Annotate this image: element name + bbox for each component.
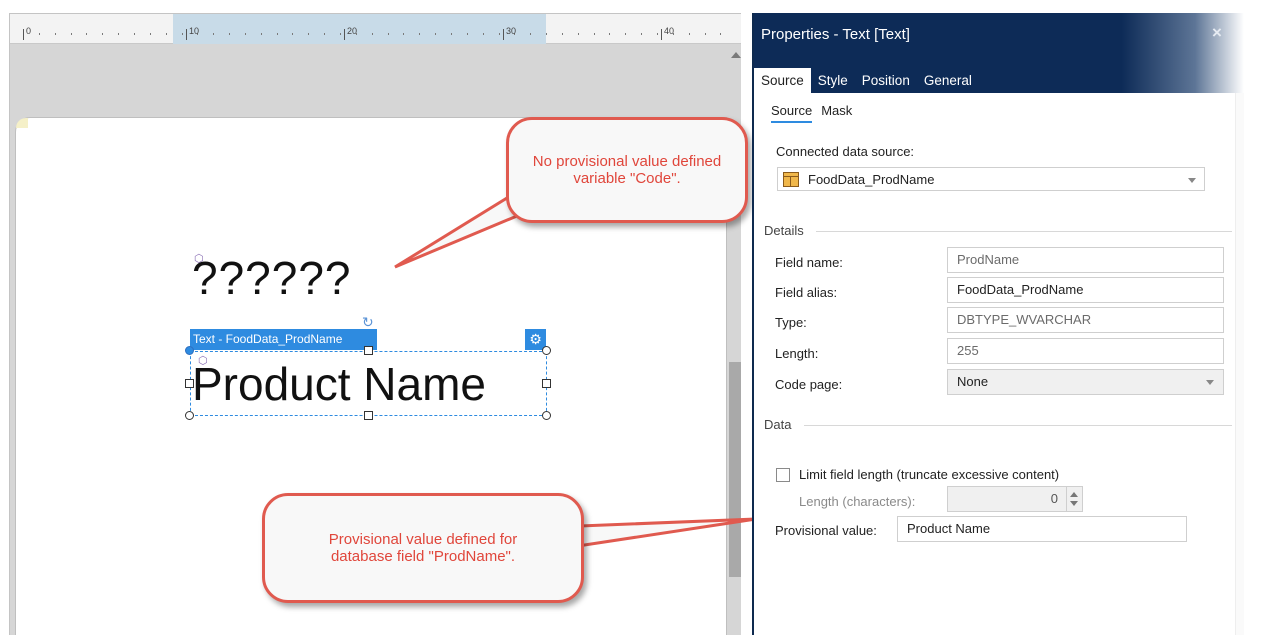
subtab-mask[interactable]: Mask <box>821 103 852 123</box>
length-spinner[interactable] <box>1066 487 1081 511</box>
length-characters-label: Length (characters): <box>799 494 916 509</box>
code-page-dropdown[interactable]: None <box>947 369 1224 395</box>
subtab-source[interactable]: Source <box>771 103 813 123</box>
chevron-down-icon <box>1188 178 1196 183</box>
length-input[interactable]: 255 <box>947 338 1224 364</box>
tab-position[interactable]: Position <box>855 68 917 93</box>
top-callout: No provisional value defined variable "C… <box>506 117 748 223</box>
length-characters-input[interactable]: 0 <box>947 486 1083 512</box>
bottom-callout: Provisional value defined for database f… <box>262 493 584 603</box>
data-header: Data <box>764 417 792 432</box>
length-characters-value: 0 <box>1050 491 1058 506</box>
provisional-value-input[interactable]: Product Name <box>897 516 1187 542</box>
connected-source-label: Connected data source: <box>776 144 915 159</box>
field-alias-input[interactable]: FoodData_ProdName <box>947 277 1224 303</box>
properties-header: Properties - Text [Text] × Source Style … <box>754 13 1244 93</box>
properties-panel: Properties - Text [Text] × Source Style … <box>752 13 1244 635</box>
bottom-callout-pointer <box>576 517 757 548</box>
field-name-label: Field name: <box>775 255 843 270</box>
properties-tabs: Source Style Position General <box>754 68 979 93</box>
spin-up-icon[interactable] <box>1070 492 1078 497</box>
code-page-label: Code page: <box>775 377 843 392</box>
bottom-callout-text: Provisional value defined for database f… <box>328 531 518 565</box>
spin-down-icon[interactable] <box>1070 501 1078 506</box>
database-table-icon <box>783 172 799 187</box>
field-name-input[interactable]: ProdName <box>947 247 1224 273</box>
type-label: Type: <box>775 315 807 330</box>
source-subtabs: Source Mask <box>771 103 861 123</box>
data-divider <box>804 425 1232 426</box>
properties-title: Properties - Text [Text] <box>761 26 910 43</box>
tab-source[interactable]: Source <box>754 68 811 93</box>
type-input[interactable]: DBTYPE_WVARCHAR <box>947 307 1224 333</box>
field-alias-label: Field alias: <box>775 285 838 300</box>
connected-source-dropdown[interactable]: FoodData_ProdName <box>777 167 1205 191</box>
chevron-down-icon <box>1206 380 1214 385</box>
tab-style[interactable]: Style <box>811 68 855 93</box>
top-callout-text: No provisional value defined variable "C… <box>532 153 722 187</box>
properties-scrollbar[interactable] <box>1235 93 1244 635</box>
code-page-value: None <box>957 374 989 389</box>
details-header: Details <box>764 223 804 238</box>
properties-body: Source Mask Connected data source: FoodD… <box>754 93 1244 635</box>
details-divider <box>816 231 1232 232</box>
limit-length-checkbox[interactable] <box>776 468 790 482</box>
connected-source-value: FoodData_ProdName <box>808 172 935 187</box>
tab-general[interactable]: General <box>917 68 979 93</box>
provisional-value-label: Provisional value: <box>775 523 877 538</box>
close-icon[interactable]: × <box>1212 23 1222 43</box>
limit-length-label: Limit field length (truncate excessive c… <box>799 467 1060 482</box>
length-label: Length: <box>775 346 819 361</box>
